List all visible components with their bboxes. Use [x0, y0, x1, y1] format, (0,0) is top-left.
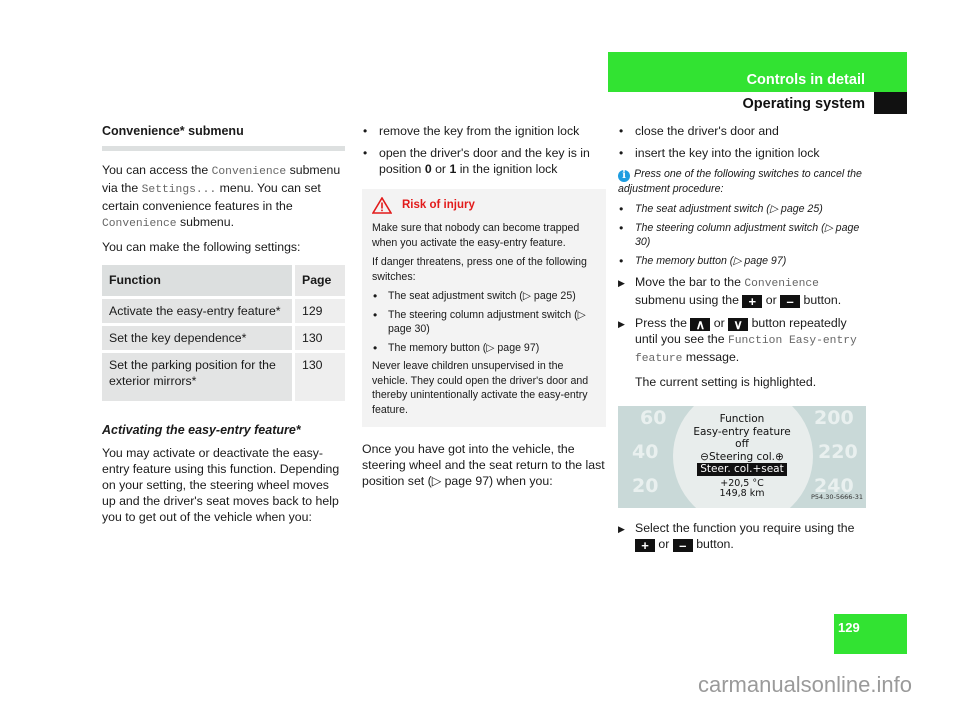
down-key-icon: ∨ — [728, 318, 749, 331]
display-line: off — [735, 438, 749, 450]
text: or — [762, 293, 781, 307]
row-page: 130 — [292, 353, 345, 401]
text: in the ignition lock — [456, 162, 558, 176]
info-note: i Press one of the following switches to … — [618, 167, 868, 268]
section-title: Controls in detail — [746, 72, 865, 88]
list-item: The steering column adjustment switch (▷… — [618, 221, 868, 249]
row-page: 129 — [292, 299, 345, 323]
section-heading: Convenience* submenu — [102, 123, 345, 151]
section-banner: Controls in detail — [608, 52, 907, 92]
page-number: 129 — [838, 620, 860, 635]
warning-title-text: Risk of injury — [402, 199, 475, 212]
display-line: ⊖Steering col.⊕ — [618, 451, 866, 464]
text: or — [655, 537, 673, 551]
text: Select the function you require using th… — [635, 521, 855, 535]
display-text: Convenience — [744, 278, 819, 290]
subsection-title: Operating system — [742, 96, 866, 112]
condition-list: close the driver's door and insert the k… — [618, 123, 868, 161]
figure-code: P54.30-5666-31 — [810, 493, 863, 501]
body-paragraph: You may activate or deactivate the easy-… — [102, 446, 340, 524]
intro-paragraph-2: You can make the following settings: — [102, 240, 301, 254]
text: submenu. — [176, 215, 234, 229]
subsection-marker — [874, 92, 907, 114]
list-item: insert the key into the ignition lock — [618, 145, 868, 161]
info-icon: i — [618, 170, 630, 182]
instrument-cluster-display: 60 40 20 200 220 240 Function Easy-entry… — [618, 406, 866, 508]
instruction-steps: Select the function you require using th… — [618, 520, 868, 552]
row-function: Set the key dependence* — [102, 326, 292, 350]
table-header-row: Function Page — [102, 265, 345, 296]
table-row: Set the parking position for the exterio… — [102, 353, 345, 401]
table-row: Activate the easy-entry feature* 129 — [102, 299, 345, 323]
display-text: Settings... — [141, 184, 217, 196]
list-item: close the driver's door and — [618, 123, 868, 139]
warning-title: Risk of injury — [372, 197, 596, 214]
condition-list: remove the key from the ignition lock op… — [362, 123, 606, 177]
minus-key-icon: – — [780, 295, 801, 308]
column-3: close the driver's door and insert the k… — [618, 123, 868, 559]
column-2: remove the key from the ignition lock op… — [362, 123, 606, 496]
display-temperature: +20,5 °C — [720, 477, 764, 489]
row-function: Set the parking position for the exterio… — [102, 353, 292, 401]
text: message. — [682, 350, 740, 364]
subheading: Activating the easy-entry feature* — [102, 423, 301, 437]
display-text: Convenience — [211, 166, 287, 178]
display-selected-option: Steer. col.+seat — [697, 463, 787, 476]
step-note: The current setting is highlighted. — [635, 375, 817, 389]
instruction-step: Move the bar to the Convenience submenu … — [618, 274, 868, 308]
watermark: carmanualsonline.info — [697, 672, 912, 697]
row-function: Activate the easy-entry feature* — [102, 299, 292, 323]
instruction-steps: Move the bar to the Convenience submenu … — [618, 274, 868, 390]
info-switch-list: The seat adjustment switch (▷ page 25) T… — [618, 202, 868, 268]
body-paragraph: Once you have got into the vehicle, the … — [362, 442, 605, 488]
list-item: remove the key from the ignition lock — [362, 123, 606, 139]
column-1: Convenience* submenu You can access the … — [102, 123, 345, 532]
warning-text: Never leave children unsupervised in the… — [372, 360, 589, 416]
settings-table: Function Page Activate the easy-entry fe… — [102, 262, 345, 404]
plus-key-icon: + — [742, 295, 763, 308]
text: Press the — [635, 316, 691, 330]
text: button. — [800, 293, 842, 307]
intro-paragraph: You can access the Convenience submenu v… — [102, 162, 345, 232]
text: submenu using the — [635, 293, 743, 307]
minus-key-icon: – — [672, 539, 693, 552]
text: or — [710, 316, 729, 330]
display-line: Function — [719, 413, 765, 425]
minus-circle-icon: ⊖ — [700, 450, 709, 463]
text: You can access the — [102, 163, 212, 177]
display-option: Steering col. — [708, 450, 776, 463]
list-item: The memory button (▷ page 97) — [372, 341, 596, 356]
warning-triangle-icon — [372, 197, 392, 214]
instruction-step: Press the ∧ or ∨ button repeatedly until… — [618, 315, 868, 390]
list-item: The seat adjustment switch (▷ page 25) — [618, 202, 868, 216]
text: or — [431, 162, 450, 176]
info-text: Press one of the following switches to c… — [618, 168, 862, 195]
header-page: Page — [292, 265, 345, 296]
instruction-step: Select the function you require using th… — [618, 520, 868, 552]
warning-switch-list: The seat adjustment switch (▷ page 25) T… — [372, 289, 596, 355]
display-text-block: Function Easy-entry feature off ⊖Steerin… — [618, 413, 866, 499]
list-item: The seat adjustment switch (▷ page 25) — [372, 289, 596, 304]
plus-key-icon: + — [635, 539, 655, 552]
list-item: open the driver's door and the key is in… — [362, 145, 606, 177]
table-row: Set the key dependence* 130 — [102, 326, 345, 350]
list-item: The steering column adjustment switch (▷… — [372, 308, 596, 337]
display-line: Easy-entry feature — [693, 425, 791, 438]
position-value: 0 — [424, 162, 432, 176]
plus-circle-icon: ⊕ — [775, 450, 784, 463]
text: Move the bar to the — [635, 275, 745, 289]
warning-text: If danger threatens, press one of the fo… — [372, 256, 587, 283]
header-function: Function — [102, 265, 292, 296]
up-key-icon: ∧ — [690, 318, 711, 331]
text: button. — [692, 537, 734, 551]
row-page: 130 — [292, 326, 345, 350]
page-number-tab: 129 — [834, 614, 907, 654]
list-item: The memory button (▷ page 97) — [618, 254, 868, 268]
display-text: Convenience — [102, 218, 177, 230]
warning-text: Make sure that nobody can become trapped… — [372, 222, 580, 249]
warning-box: Risk of injury Make sure that nobody can… — [362, 189, 606, 427]
